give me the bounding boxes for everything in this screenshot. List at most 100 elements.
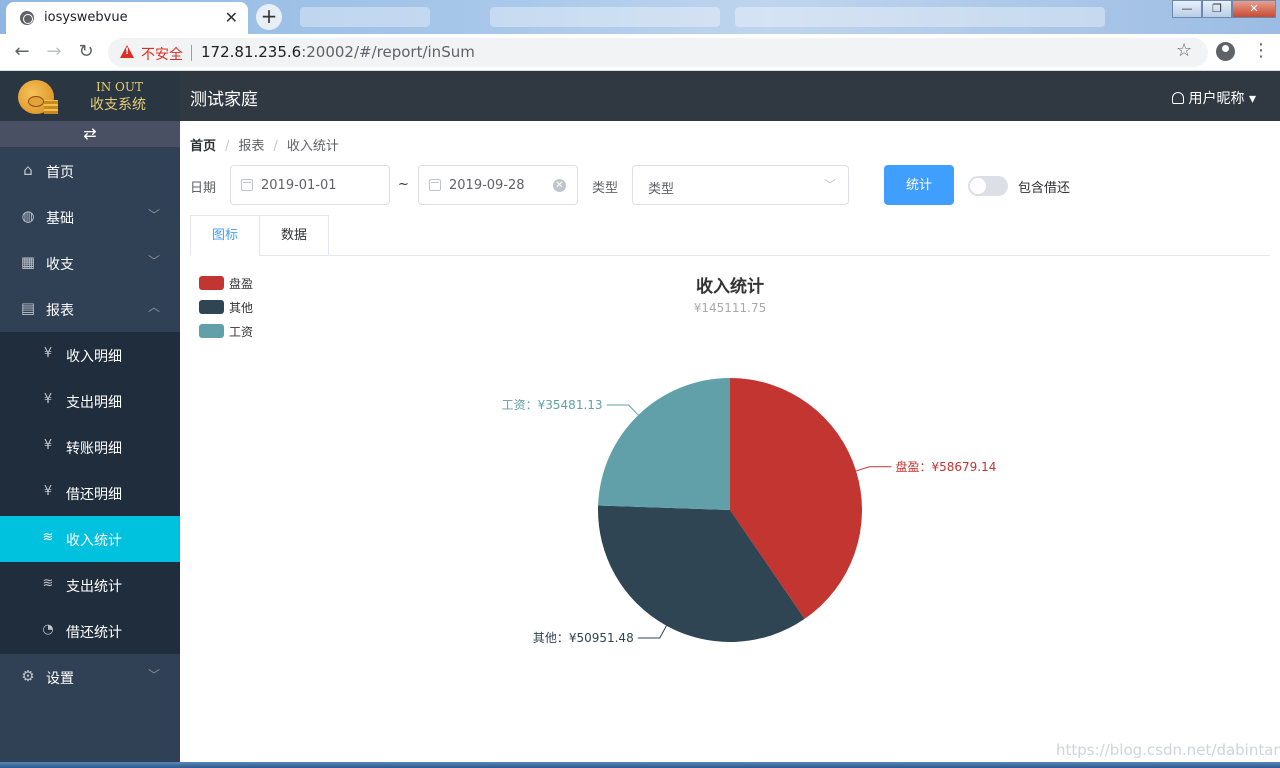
- maximize-button[interactable]: ❐: [1202, 0, 1232, 18]
- more-menu-icon[interactable]: ⋮: [1252, 40, 1270, 61]
- date-label: 日期: [190, 181, 217, 196]
- sidebar-subitem-expense-stat[interactable]: ≋ 支出统计: [0, 562, 180, 608]
- sidebar-item-label: 支出明细: [66, 395, 122, 411]
- sidebar: IN OUT 收支系统 ⇄ ⌂ 首页 ◍ 基础 ﹀ ▦ 收支 ﹀ ▤ 报表 ︿ …: [0, 71, 180, 762]
- browser-tabstrip: iosyswebvue ✕ + — ❐ ✕: [0, 0, 1280, 34]
- income-detail-icon: ¥: [43, 346, 53, 361]
- sidebar-item-label: 借还明细: [66, 487, 122, 503]
- breadcrumb-separator: /: [273, 139, 278, 154]
- caret-down-icon: ▾: [1248, 91, 1256, 107]
- url-path: :20002/#/report/inSum: [301, 43, 475, 61]
- sidebar-item-label: 借还统计: [66, 625, 122, 641]
- background-tab[interactable]: [300, 7, 430, 27]
- sidebar-subitem-loan-detail[interactable]: ¥ 借还明细: [0, 470, 180, 516]
- sidebar-item-label: 设置: [46, 671, 74, 687]
- sidebar-item-label: 支出统计: [66, 579, 122, 595]
- user-icon: [1171, 92, 1184, 104]
- sidebar-subitem-income-detail[interactable]: ¥ 收入明细: [0, 332, 180, 378]
- reload-icon[interactable]: ↻: [74, 40, 98, 64]
- breadcrumb-home[interactable]: 首页: [190, 139, 216, 154]
- background-tab[interactable]: [490, 7, 720, 27]
- transfer-detail-icon: ¥: [43, 438, 53, 453]
- breadcrumb-current: 收入统计: [286, 139, 339, 154]
- pie-data-label: 工资：¥35481.13: [502, 398, 603, 412]
- account-icon[interactable]: [1216, 42, 1235, 61]
- pie-chart-icon: ◔: [42, 622, 54, 637]
- bookmark-star-icon[interactable]: ☆: [1176, 40, 1192, 61]
- sidebar-item-label: 基础: [46, 211, 74, 227]
- sidebar-subitem-income-stat[interactable]: ≋ 收入统计: [0, 516, 180, 562]
- tab-title: iosyswebvue: [44, 10, 128, 25]
- warning-icon: [120, 45, 134, 58]
- forward-arrow-icon[interactable]: →: [42, 40, 66, 64]
- gear-icon: ⚙: [21, 667, 35, 685]
- sidebar-subitem-expense-detail[interactable]: ¥ 支出明细: [0, 378, 180, 424]
- divider: [191, 45, 192, 61]
- browser-tab-active[interactable]: iosyswebvue ✕: [6, 2, 248, 34]
- chart-subtitle: ¥145111.75: [693, 301, 767, 315]
- date-range-separator: ~: [398, 177, 409, 192]
- url-host: 172.81.235.6: [201, 43, 302, 61]
- chevron-down-icon: ﹀: [148, 254, 161, 268]
- tab-data[interactable]: 数据: [259, 215, 329, 256]
- expense-detail-icon: ¥: [43, 392, 53, 407]
- browser-toolbar: ← → ↻ 不安全 172.81.235.6:20002/#/report/in…: [0, 34, 1280, 71]
- close-icon[interactable]: ✕: [225, 8, 238, 27]
- clear-icon[interactable]: ✕: [553, 179, 566, 192]
- report-icon: ▤: [20, 299, 36, 317]
- chevron-down-icon: ﹀: [148, 668, 161, 682]
- os-taskbar: [0, 762, 1280, 768]
- sidebar-item-income-expense[interactable]: ▦ 收支 ﹀: [0, 240, 180, 286]
- user-nickname: 用户昵称: [1188, 91, 1245, 107]
- database-icon: ≋: [42, 576, 54, 591]
- sidebar-item-reports[interactable]: ▤ 报表 ︿: [0, 286, 180, 332]
- sidebar-item-home[interactable]: ⌂ 首页: [0, 148, 180, 194]
- sidebar-item-label: 转账明细: [66, 441, 122, 457]
- chevron-down-icon: ﹀: [823, 178, 836, 192]
- pie-data-label: 盘盈：¥58679.14: [895, 459, 996, 474]
- chart-title: 收入统计: [696, 277, 764, 297]
- sidebar-item-label: 首页: [46, 165, 74, 181]
- logo: IN OUT 收支系统: [0, 71, 180, 121]
- back-arrow-icon[interactable]: ←: [10, 40, 34, 64]
- statistics-button[interactable]: 统计: [884, 165, 954, 205]
- type-label: 类型: [592, 181, 619, 196]
- background-tab[interactable]: [735, 7, 1105, 27]
- sidebar-item-basic[interactable]: ◍ 基础 ﹀: [0, 194, 180, 240]
- include-loan-label: 包含借还: [1018, 181, 1071, 196]
- tab-chart[interactable]: 图标: [190, 215, 260, 256]
- collapse-toggle[interactable]: ⇄: [0, 121, 180, 147]
- sidebar-item-settings[interactable]: ⚙ 设置 ﹀: [0, 654, 180, 700]
- sidebar-subitem-transfer-detail[interactable]: ¥ 转账明细: [0, 424, 180, 470]
- user-menu[interactable]: 用户昵称 ▾: [1171, 88, 1256, 108]
- window-close-button[interactable]: ✕: [1232, 0, 1276, 18]
- include-loan-switch[interactable]: [968, 176, 1008, 196]
- globe-icon: [20, 11, 34, 25]
- chevron-down-icon: ﹀: [148, 208, 161, 222]
- app-header: 测试家庭 用户昵称 ▾: [180, 71, 1280, 121]
- chevron-up-icon: ︿: [148, 300, 161, 314]
- pie-slice[interactable]: [598, 378, 730, 510]
- breadcrumb-separator: /: [225, 139, 230, 154]
- minimize-button[interactable]: —: [1172, 0, 1202, 18]
- address-bar[interactable]: 不安全 172.81.235.6:20002/#/report/inSum: [108, 38, 1208, 67]
- database-icon: ≋: [42, 530, 54, 545]
- legend-label: 盘盈: [229, 277, 254, 291]
- calculator-icon: ▦: [20, 253, 36, 271]
- type-select[interactable]: 类型 ﹀: [632, 165, 849, 205]
- start-date-input[interactable]: 2019-01-01: [230, 165, 390, 205]
- end-date-input[interactable]: 2019-09-28 ✕: [418, 165, 578, 205]
- window-controls: — ❐ ✕: [1172, 0, 1276, 20]
- logo-text-cn: 收支系统: [90, 97, 146, 113]
- sidebar-item-label: 收入统计: [66, 533, 122, 549]
- insecure-label: 不安全: [141, 47, 183, 63]
- legend-swatch: [199, 276, 224, 290]
- legend-swatch: [199, 300, 224, 314]
- url-text[interactable]: 172.81.235.6:20002/#/report/inSum: [201, 43, 475, 61]
- pie-label-line: [637, 625, 667, 639]
- pie-data-label: 其他：¥50951.48: [533, 631, 634, 645]
- piggy-bank-icon: [18, 80, 58, 114]
- new-tab-button[interactable]: +: [256, 4, 282, 30]
- calendar-icon: [241, 179, 253, 191]
- sidebar-subitem-loan-stat[interactable]: ◔ 借还统计: [0, 608, 180, 654]
